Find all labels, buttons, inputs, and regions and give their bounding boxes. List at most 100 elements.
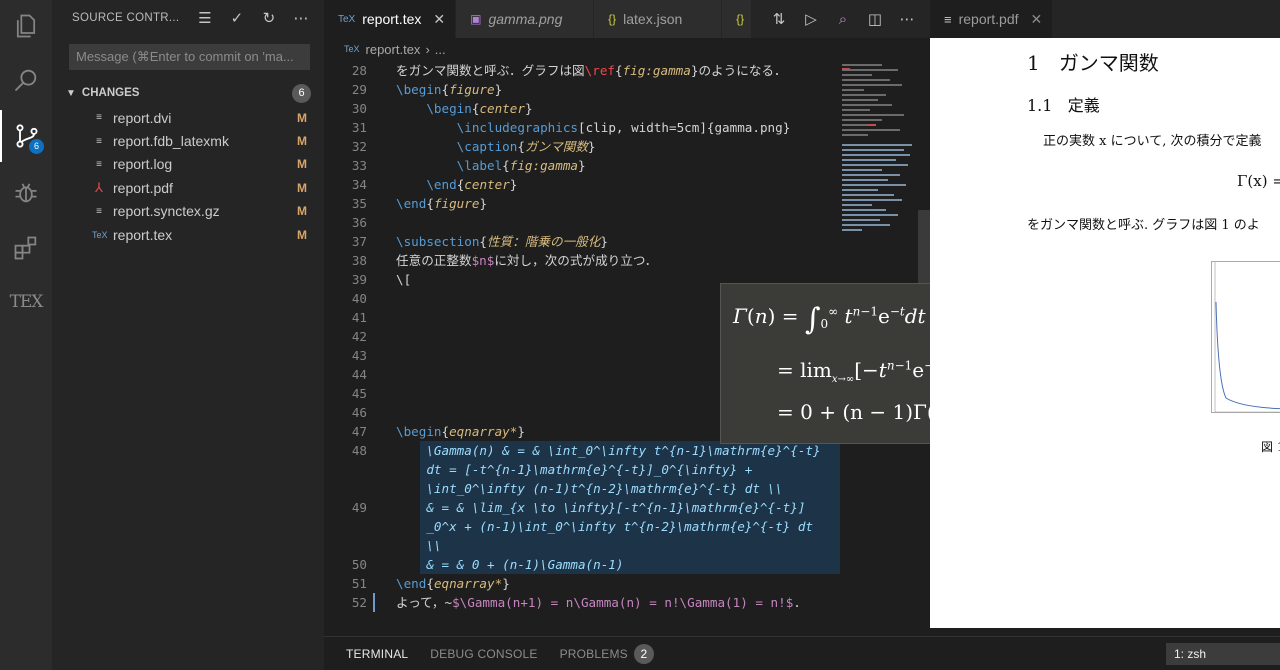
list-item[interactable]: TeX report.tex M (52, 223, 324, 246)
tab-latex-json[interactable]: {} latex.json (594, 0, 723, 38)
changes-count-badge: 6 (292, 83, 311, 103)
list-item[interactable]: ⅄ report.pdf M (52, 176, 324, 199)
debug-button[interactable] (0, 166, 52, 218)
tab-label: report.pdf (958, 11, 1019, 27)
refresh-icon[interactable]: ↻ (260, 9, 278, 27)
changes-label: CHANGES (81, 87, 140, 99)
code-line[interactable]: 51 \end{eqnarray*} (324, 574, 930, 593)
file-status: M (297, 180, 307, 195)
line-number: 49 (351, 500, 367, 515)
code-line[interactable]: \int_0^\infty (n-1)t^{n-2}\mathrm{e}^{-t… (324, 479, 930, 498)
explorer-button[interactable] (0, 0, 52, 52)
tab-debug-console[interactable]: DEBUG CONSOLE (430, 647, 537, 661)
tab-label: latex.json (623, 11, 683, 27)
search-button[interactable] (0, 54, 52, 106)
sidebar-title: SOURCE CONTR... (72, 12, 180, 24)
code-line[interactable]: 35 \end{figure} (324, 194, 930, 213)
list-item[interactable]: ≡ report.log M (52, 153, 324, 176)
code-line[interactable]: 34 \end{center} (324, 175, 930, 194)
code-line[interactable]: 32 \caption{ガンマ関数} (324, 137, 930, 156)
code-line[interactable]: 50 & = & 0 + (n-1)\Gamma(n-1) (324, 555, 930, 574)
split-editor-icon[interactable]: ◫ (866, 10, 884, 28)
extensions-button[interactable] (0, 222, 52, 274)
line-number: 45 (351, 386, 367, 401)
list-item[interactable]: ≡ report.dvi M (52, 106, 324, 129)
files-icon (16, 14, 36, 38)
json-file-icon: {} (736, 12, 745, 26)
code-text: よって，~$\Gamma(n+1) = n\Gamma(n) = n!\Gamm… (396, 595, 801, 610)
file-name: report.fdb_latexmk (113, 133, 229, 150)
code-text: \end{eqnarray*} (396, 576, 510, 591)
chevron-down-icon: ▼ (66, 87, 76, 99)
tex-icon: TEX (9, 292, 44, 312)
line-number: 39 (351, 272, 367, 287)
list-item[interactable]: ≡ report.fdb_latexmk M (52, 129, 324, 152)
editor-tabs: TeX report.tex ✕ ▣ gamma.png {} latex.js… (324, 0, 930, 38)
commit-message-input[interactable]: Message (⌘Enter to commit on 'ma... (69, 44, 310, 70)
code-line[interactable]: \\ (324, 536, 930, 555)
code-line[interactable]: 30 \begin{center} (324, 99, 930, 118)
source-control-sidebar: SOURCE CONTR... ☰ ✓ ↻ ⋯ Message (⌘Enter … (52, 0, 324, 670)
code-text: をガンマ関数と呼ぶ．グラフは図\ref{fig:gamma}のようになる． (396, 63, 787, 78)
search-icon (14, 69, 37, 92)
code-text: & = & \lim_{x \to \infty}[-t^{n-1}\mathr… (396, 500, 806, 515)
tex-file-icon: TeX (344, 44, 360, 54)
gamma-plot-image (1214, 262, 1280, 413)
line-number: 50 (351, 557, 367, 572)
pdf-page[interactable]: 1 ガンマ関数 1.1 定義 正の実数 x について, 次の積分で定義 Γ(x)… (930, 38, 1280, 628)
file-status: M (297, 157, 307, 172)
breadcrumb: TeX report.tex › ... (324, 38, 930, 60)
line-number: 29 (351, 82, 367, 97)
changes-section-header[interactable]: ▼ CHANGES 6 (52, 82, 324, 104)
code-line[interactable]: _0^x + (n-1)\int_0^\infty t^{n-2}\mathrm… (324, 517, 930, 536)
tab-report-pdf[interactable]: ≡ report.pdf ✕ (930, 0, 1054, 38)
file-status: M (297, 110, 307, 125)
code-text: \end{figure} (396, 196, 488, 211)
line-number: 52 (351, 595, 367, 610)
bottom-panel: TERMINAL DEBUG CONSOLE PROBLEMS 2 1: zsh (324, 636, 1280, 670)
terminal-select[interactable]: 1: zsh (1166, 643, 1280, 665)
list-item[interactable]: ≡ report.synctex.gz M (52, 200, 324, 223)
breadcrumb-file[interactable]: report.tex (366, 42, 421, 57)
check-all-icon[interactable]: ☰ (196, 9, 214, 27)
view-pdf-icon[interactable]: ⌕ (834, 10, 852, 28)
code-line[interactable]: 38 任意の正整数$n$に対し，次の式が成り立つ． (324, 251, 930, 270)
more-icon[interactable]: ⋯ (292, 9, 310, 27)
tex-button[interactable]: TEX (0, 276, 52, 328)
code-line[interactable]: 36 (324, 213, 930, 232)
code-line[interactable]: 52 よって，~$\Gamma(n+1) = n\Gamma(n) = n!\Ga… (324, 593, 930, 612)
pdf-tabs: ≡ report.pdf ✕ (930, 0, 1280, 38)
breadcrumb-more[interactable]: ... (435, 42, 446, 57)
code-line[interactable]: dt = [-t^{n-1}\mathrm{e}^{-t}]_0^{\infty… (324, 460, 930, 479)
code-text: \includegraphics[clip, width=5cm]{gamma.… (456, 120, 791, 135)
activity-bar: 6 TEX (0, 0, 52, 670)
run-icon[interactable]: ▷ (802, 10, 820, 28)
line-number: 35 (351, 196, 367, 211)
compare-icon[interactable]: ⇅ (770, 10, 788, 28)
code-text: dt = [-t^{n-1}\mathrm{e}^{-t}]_0^{\infty… (396, 462, 753, 477)
commit-icon[interactable]: ✓ (228, 9, 246, 27)
tab-problems[interactable]: PROBLEMS 2 (560, 643, 654, 664)
code-line[interactable]: 28 をガンマ関数と呼ぶ．グラフは図\ref{fig:gamma}のようになる． (324, 61, 930, 80)
tab-report-tex[interactable]: TeX report.tex ✕ (324, 0, 457, 38)
code-line[interactable]: 31 \includegraphics[clip, width=5cm]{gam… (324, 118, 930, 137)
close-icon[interactable]: ✕ (1031, 11, 1043, 28)
code-line[interactable]: 37 \subsection{性質：階乗の一般化} (324, 232, 930, 251)
pdf-equation: Γ(x) = (1237, 172, 1280, 190)
file-status: M (297, 204, 307, 219)
code-line[interactable]: 29 \begin{figure} (324, 80, 930, 99)
code-text: \end{center} (426, 177, 518, 192)
pdf-figure (1211, 261, 1280, 413)
code-line[interactable]: 33 \label{fig:gamma} (324, 156, 930, 175)
pdf-subsection-heading: 1.1 定義 (1027, 96, 1100, 115)
more-icon[interactable]: ⋯ (898, 10, 916, 28)
tab-gamma-png[interactable]: ▣ gamma.png (456, 0, 595, 38)
line-number: 34 (351, 177, 367, 192)
source-control-button[interactable]: 6 (0, 110, 52, 162)
line-number: 42 (351, 329, 367, 344)
tab-overflow[interactable]: {} (722, 0, 753, 38)
code-line[interactable]: 49 & = & \lim_{x \to \infty}[-t^{n-1}\ma… (324, 498, 930, 517)
close-icon[interactable]: ✕ (433, 11, 445, 28)
code-text: \caption{ガンマ関数} (456, 139, 596, 154)
tab-terminal[interactable]: TERMINAL (346, 647, 408, 661)
